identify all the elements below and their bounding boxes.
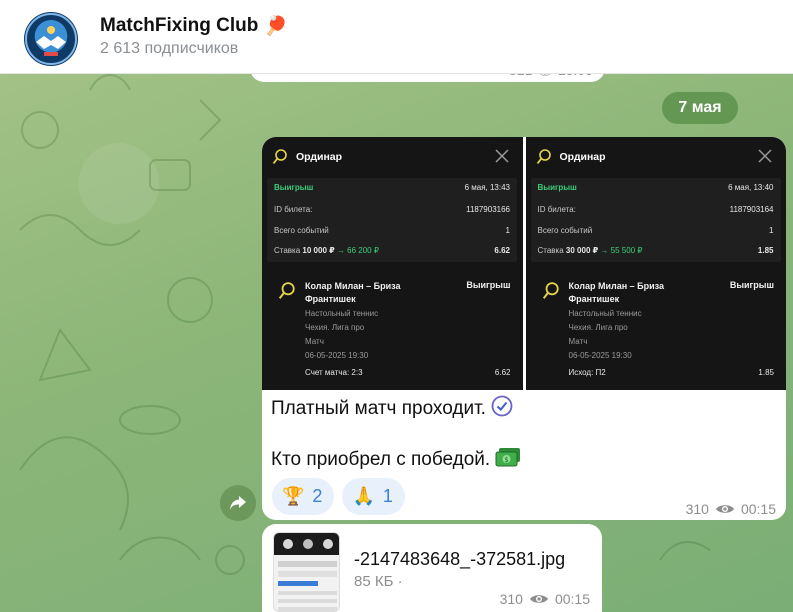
- reaction-trophy[interactable]: 🏆 2: [272, 478, 335, 515]
- ticket-title: Ординар: [296, 151, 343, 163]
- post-time: 00:15: [740, 501, 776, 517]
- ticket-status: Выигрыш: [274, 183, 314, 192]
- svg-text:$: $: [505, 456, 509, 464]
- ticket-title: Ординар: [559, 151, 606, 163]
- ping-pong-icon: 🏓: [264, 16, 288, 37]
- handshake-logo-icon: [25, 13, 77, 65]
- check-mark-icon: [491, 395, 513, 417]
- match-date: 06-05-2025 19:30: [568, 351, 632, 360]
- match-league: Чехия. Лига про: [305, 323, 365, 332]
- post-line-1: Платный матч проходит.: [271, 398, 486, 419]
- match-teams: Колар Милан – Бриза Франтишек: [568, 281, 665, 304]
- subscriber-count: 2 613 подписчиков: [100, 40, 239, 57]
- payout-amount: 55 500 ₽: [610, 246, 643, 255]
- post-line-2: Кто приобрел с победой.: [271, 449, 491, 470]
- match-market: Матч: [568, 337, 588, 346]
- ticket-datetime: 6 мая, 13:43: [464, 183, 510, 192]
- match-date: 06-05-2025 19:30: [305, 351, 369, 360]
- match-result: Выигрыш: [466, 280, 511, 290]
- channel-avatar[interactable]: [24, 12, 78, 66]
- eye-icon: [529, 595, 548, 603]
- channel-title: MatchFixing Club 🏓: [100, 14, 288, 38]
- ticket-id: 1187903166: [466, 205, 510, 214]
- close-icon: [494, 149, 509, 163]
- ticket-odds: 1.85: [757, 246, 774, 255]
- ticket-summary: Выигрыш 6 мая, 13:40 ID билета: 11879031…: [530, 178, 781, 262]
- ticket-odds: 6.62: [494, 246, 510, 255]
- ticket-summary: Выигрыш 6 мая, 13:43 ID билета: 11879031…: [267, 178, 517, 262]
- ticket-status: Выигрыш: [537, 183, 577, 192]
- stake-label: Ставка: [274, 246, 301, 255]
- events-label: Всего событий: [537, 226, 593, 235]
- ticket-id-label: ID билета:: [274, 205, 313, 214]
- eye-icon: [715, 505, 734, 513]
- match-outcome: Исход: П2: [568, 368, 606, 377]
- events-count: 1: [769, 226, 774, 235]
- ping-pong-paddle-icon: [272, 149, 287, 165]
- post-bubble[interactable]: Ординар Выигрыш 6 мая, 13:43 ID билета: …: [262, 137, 786, 520]
- ping-pong-paddle-icon: [278, 282, 295, 299]
- ping-pong-paddle-icon: [542, 282, 559, 299]
- view-count: 310: [685, 501, 709, 517]
- share-arrow-icon: [230, 496, 246, 510]
- outcome-odds: 1.85: [758, 368, 774, 377]
- match-teams: Колар Милан – Бриза Франтишек: [305, 281, 401, 304]
- stake-amount: 10 000 ₽: [302, 246, 335, 255]
- bet-ticket-photo[interactable]: Ординар Выигрыш 6 мая, 13:43 ID билета: …: [262, 137, 523, 390]
- reactions-bar: 🏆 2 🙏 1: [272, 478, 405, 515]
- file-message[interactable]: -2147483648_-372581.jpg 85 КБ · 310 00:1…: [262, 524, 602, 612]
- match-outcome-row: Исход: П2 1.85: [569, 368, 775, 377]
- outcome-odds: 6.62: [494, 368, 511, 377]
- photo-album[interactable]: Ординар Выигрыш 6 мая, 13:43 ID билета: …: [262, 137, 786, 390]
- praying-hands-icon: 🙏: [352, 486, 375, 506]
- match-result: Выигрыш: [729, 280, 774, 290]
- channel-name: MatchFixing Club: [100, 15, 259, 36]
- close-icon: [758, 149, 772, 163]
- match-outcome: Счет матча: 2:3: [305, 368, 363, 377]
- post-meta: 310 00:15: [686, 501, 776, 517]
- events-label: Всего событий: [274, 226, 329, 235]
- file-thumbnail[interactable]: [273, 532, 340, 612]
- arrow-icon: →: [600, 246, 609, 255]
- reaction-pray[interactable]: 🙏 1: [342, 478, 405, 515]
- match-market: Матч: [305, 337, 324, 346]
- channel-header[interactable]: MatchFixing Club 🏓 2 613 подписчиков: [0, 0, 793, 74]
- ping-pong-paddle-icon: [536, 149, 551, 165]
- ticket-datetime: 6 мая, 13:40: [728, 183, 774, 192]
- post-text: Платный матч проходит. Кто приобрел с по…: [271, 395, 521, 472]
- share-button[interactable]: [220, 485, 256, 521]
- match-sport: Настольный теннис: [305, 309, 379, 318]
- trophy-icon: 🏆: [282, 486, 305, 506]
- file-time: 00:15: [554, 591, 590, 607]
- reaction-count: 1: [382, 486, 393, 506]
- ticket-id: 1187903164: [729, 205, 774, 214]
- reaction-count: 2: [312, 486, 323, 506]
- file-size: 85 КБ ·: [354, 573, 403, 590]
- file-name[interactable]: -2147483648_-372581.jpg: [354, 549, 565, 570]
- ticket-id-label: ID билета:: [537, 205, 576, 214]
- stake-amount: 30 000 ₽: [565, 246, 599, 255]
- date-separator: 7 мая: [662, 92, 738, 124]
- money-icon: $: [495, 448, 521, 467]
- events-count: 1: [505, 226, 510, 235]
- screenshot-thumbnail-icon: [274, 533, 339, 611]
- match-outcome-row: Счет матча: 2:3 6.62: [305, 368, 511, 377]
- file-meta: 310 00:15: [500, 591, 590, 607]
- view-count: 310: [499, 591, 523, 607]
- arrow-icon: →: [336, 246, 345, 255]
- match-sport: Настольный теннис: [568, 309, 642, 318]
- match-league: Чехия. Лига про: [568, 323, 628, 332]
- bet-ticket-photo[interactable]: Ординар Выигрыш 6 мая, 13:40 ID билета: …: [525, 137, 786, 390]
- payout-amount: 66 200 ₽: [347, 246, 379, 255]
- stake-label: Ставка: [537, 246, 564, 255]
